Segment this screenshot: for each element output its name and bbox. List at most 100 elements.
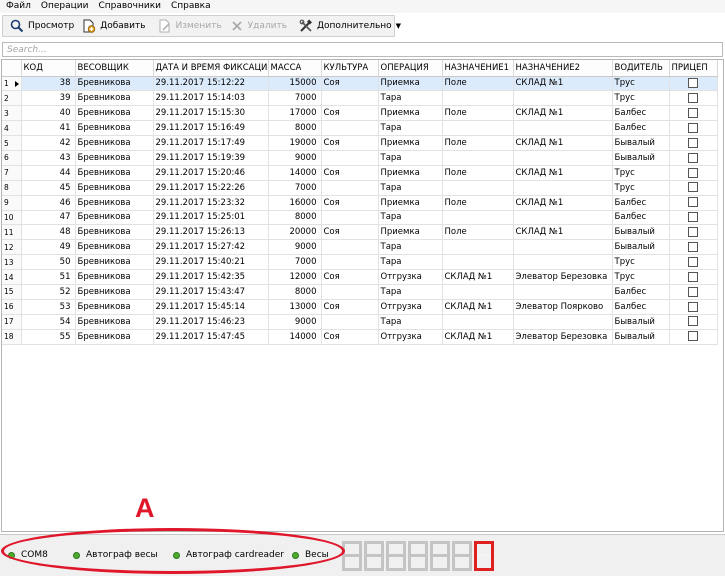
cell-crop: Соя xyxy=(321,135,379,151)
cell-mass: 15000 xyxy=(268,76,322,92)
cell-mass: 14000 xyxy=(268,165,322,181)
cell-operation: Приемка xyxy=(378,105,443,122)
trailer-checkbox[interactable] xyxy=(688,182,698,193)
cell-datetime: 29.11.2017 15:22:26 xyxy=(153,180,269,196)
row-number: 6 xyxy=(2,150,22,166)
cell-mass: 9000 xyxy=(268,314,322,330)
trailer-checkbox[interactable] xyxy=(688,212,698,223)
cell-code: 40 xyxy=(21,105,76,122)
status-label: COM8 xyxy=(21,550,48,560)
cell-mass: 16000 xyxy=(268,195,322,211)
table-row[interactable]: 8 45 Бревникова 29.11.2017 15:22:26 7000 Тара… xyxy=(2,180,718,196)
trailer-checkbox[interactable] xyxy=(688,137,698,148)
table-row[interactable]: 16 53 Бревникова 29.11.2017 15:45:14 13000 Со… xyxy=(2,299,718,315)
cell-datetime: 29.11.2017 15:43:47 xyxy=(153,284,269,300)
cell-destination1: Поле xyxy=(442,224,514,241)
cell-destination2: Элеватор Поярково xyxy=(513,299,613,315)
column-header[interactable]: ПРИЦЕП xyxy=(669,60,718,77)
cell-operation: Приемка xyxy=(378,165,443,181)
trailer-checkbox[interactable] xyxy=(688,93,698,104)
trailer-checkbox[interactable] xyxy=(688,271,698,282)
search-input[interactable] xyxy=(3,43,722,56)
status-item-com8: COM8 xyxy=(8,550,48,560)
more-dropdown-button[interactable]: Дополнительно ▼ xyxy=(296,16,406,36)
column-header[interactable]: КУЛЬТУРА xyxy=(321,60,379,77)
cell-destination2: СКЛАД №1 xyxy=(513,195,613,211)
trailer-checkbox[interactable] xyxy=(688,152,698,163)
cell-destination2 xyxy=(513,120,613,137)
trailer-checkbox[interactable] xyxy=(688,256,698,267)
table-header: КОД ВЕСОВЩИК ДАТА И ВРЕМЯ ФИКСАЦИИ МАССА… xyxy=(2,60,718,77)
column-header[interactable]: ВОДИТЕЛЬ xyxy=(612,60,670,77)
table-row[interactable]: 6 43 Бревникова 29.11.2017 15:19:39 9000 Тара… xyxy=(2,150,718,166)
delete-button[interactable]: Удалить xyxy=(227,16,292,36)
column-header[interactable]: НАЗНАЧЕНИЕ2 xyxy=(513,60,613,77)
row-number: 14 xyxy=(2,269,22,285)
cell-weigher: Бревникова xyxy=(75,224,154,241)
table-row[interactable]: 7 44 Бревникова 29.11.2017 15:20:46 14000 Соя… xyxy=(2,165,718,181)
row-number: 12 xyxy=(2,239,22,256)
edit-button[interactable]: Изменить xyxy=(155,16,227,36)
menu-help[interactable]: Справка xyxy=(166,0,216,13)
column-header[interactable]: КОД xyxy=(21,60,76,77)
table-row[interactable]: 17 54 Бревникова 29.11.2017 15:46:23 9000 Тар… xyxy=(2,314,718,330)
table-row[interactable]: 1 38 Бревникова 29.11.2017 15:12:22 15000 Соя… xyxy=(2,76,718,92)
view-button[interactable]: Просмотр xyxy=(7,16,79,36)
cell-destination2 xyxy=(513,210,613,226)
trailer-checkbox[interactable] xyxy=(688,122,698,133)
column-header[interactable]: ДАТА И ВРЕМЯ ФИКСАЦИИ xyxy=(153,60,269,77)
table-row[interactable]: 9 46 Бревникова 29.11.2017 15:23:32 16000 Соя… xyxy=(2,195,718,211)
cell-trailer xyxy=(669,195,718,211)
cell-mass: 20000 xyxy=(268,224,322,241)
trailer-checkbox[interactable] xyxy=(688,197,698,208)
cell-driver: Трус xyxy=(612,165,670,181)
column-header[interactable]: ВЕСОВЩИК xyxy=(75,60,154,77)
cell-driver: Бывалый xyxy=(612,314,670,330)
column-header[interactable]: МАССА xyxy=(268,60,322,77)
add-button[interactable]: Добавить xyxy=(79,16,150,36)
cell-crop xyxy=(321,120,379,137)
trailer-checkbox[interactable] xyxy=(688,227,698,238)
cell-driver: Балбес xyxy=(612,105,670,122)
table-row[interactable]: 2 39 Бревникова 29.11.2017 15:14:03 7000 Тара… xyxy=(2,90,718,107)
menu-file[interactable]: Файл xyxy=(0,0,36,13)
menu-references[interactable]: Справочники xyxy=(93,0,166,13)
records-grid: КОД ВЕСОВЩИК ДАТА И ВРЕМЯ ФИКСАЦИИ МАССА… xyxy=(1,59,724,532)
cell-trailer xyxy=(669,254,718,271)
trailer-checkbox[interactable] xyxy=(688,301,698,312)
cell-trailer xyxy=(669,120,718,137)
status-item-autograph-scales: Автограф весы xyxy=(73,550,158,560)
table-row[interactable]: 14 51 Бревникова 29.11.2017 15:42:35 12000 Со… xyxy=(2,269,718,285)
cell-mass: 13000 xyxy=(268,299,322,315)
cell-datetime: 29.11.2017 15:17:49 xyxy=(153,135,269,151)
trailer-checkbox[interactable] xyxy=(688,107,698,118)
column-header[interactable]: ОПЕРАЦИЯ xyxy=(378,60,443,77)
cell-crop: Соя xyxy=(321,165,379,181)
trailer-checkbox[interactable] xyxy=(688,331,698,342)
table-row[interactable]: 12 49 Бревникова 29.11.2017 15:27:42 9000 Тар… xyxy=(2,239,718,256)
table-row[interactable]: 13 50 Бревникова 29.11.2017 15:40:21 7000 Тар… xyxy=(2,254,718,271)
trailer-checkbox[interactable] xyxy=(688,286,698,297)
cell-weigher: Бревникова xyxy=(75,90,154,107)
table-row[interactable]: 18 55 Бревникова 29.11.2017 15:47:45 14000 Со… xyxy=(2,329,718,345)
table-row[interactable]: 5 42 Бревникова 29.11.2017 15:17:49 19000 Соя… xyxy=(2,135,718,151)
cell-trailer xyxy=(669,329,718,345)
table-row[interactable]: 11 48 Бревникова 29.11.2017 15:26:13 20000 Со… xyxy=(2,224,718,241)
trailer-checkbox[interactable] xyxy=(688,167,698,178)
cell-operation: Тара xyxy=(378,239,443,256)
cell-crop: Соя xyxy=(321,329,379,345)
table-row[interactable]: 15 52 Бревникова 29.11.2017 15:43:47 8000 Тар… xyxy=(2,284,718,300)
menu-operations[interactable]: Операции xyxy=(36,0,94,13)
table-row[interactable]: 3 40 Бревникова 29.11.2017 15:15:30 17000 Соя… xyxy=(2,105,718,122)
table-row[interactable]: 4 41 Бревникова 29.11.2017 15:16:49 8000 Тара… xyxy=(2,120,718,137)
cell-operation: Отгрузка xyxy=(378,329,443,345)
column-header[interactable]: НАЗНАЧЕНИЕ1 xyxy=(442,60,514,77)
cell-code: 50 xyxy=(21,254,76,271)
cell-datetime: 29.11.2017 15:15:30 xyxy=(153,105,269,122)
cell-operation: Тара xyxy=(378,90,443,107)
trailer-checkbox[interactable] xyxy=(688,78,698,89)
trailer-checkbox[interactable] xyxy=(688,316,698,327)
trailer-checkbox[interactable] xyxy=(688,241,698,252)
cell-weigher: Бревникова xyxy=(75,135,154,151)
table-row[interactable]: 10 47 Бревникова 29.11.2017 15:25:01 8000 Тар… xyxy=(2,210,718,226)
